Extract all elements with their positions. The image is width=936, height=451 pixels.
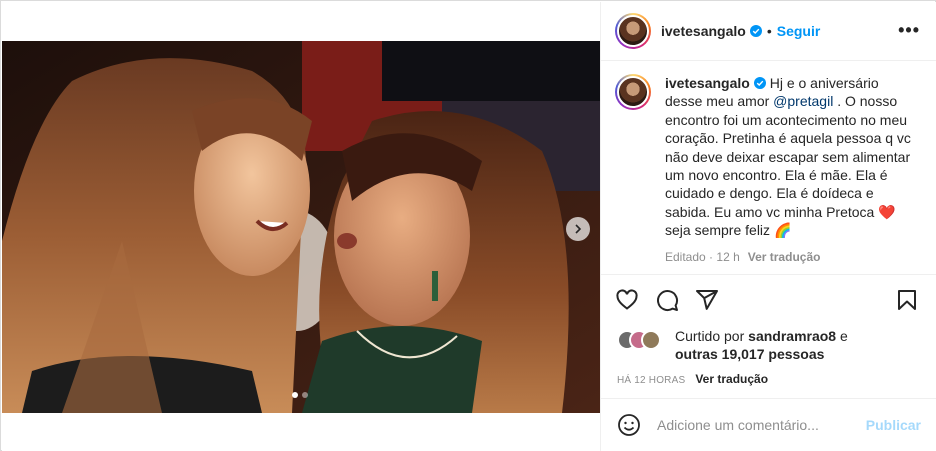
caption: ivetesangalo Hj e o aniversário desse me…: [615, 74, 923, 240]
liker-avatars[interactable]: [617, 330, 663, 352]
action-bar: [601, 274, 936, 324]
see-translation-link[interactable]: Ver tradução: [748, 250, 821, 264]
instagram-post-modal: ivetesangalo • Seguir ••• ivetesangalo H…: [0, 0, 936, 451]
carousel-next-button[interactable]: [566, 217, 590, 241]
caption-text: ivetesangalo Hj e o aniversário desse me…: [665, 74, 915, 240]
caption-body-middle: . O nosso encontro foi um acontecimento …: [665, 93, 911, 220]
liked-by-text: Curtido por sandramrao8 e outras 19,017 …: [675, 327, 848, 363]
add-comment-bar: Publicar: [601, 398, 936, 451]
likes-summary: Curtido por sandramrao8 e outras 19,017 …: [601, 324, 936, 366]
save-bookmark-icon[interactable]: [895, 288, 919, 312]
verified-badge-icon: [749, 25, 762, 37]
heart-emoji: ❤️: [878, 203, 896, 220]
follow-button[interactable]: Seguir: [777, 23, 821, 39]
author-username[interactable]: ivetesangalo: [661, 23, 746, 39]
caption-body-end: seja sempre feliz: [665, 222, 774, 239]
post-timestamp[interactable]: HÁ 12 HORAS: [617, 375, 685, 386]
caption-username[interactable]: ivetesangalo: [665, 75, 750, 91]
emoji-icon[interactable]: [617, 413, 641, 437]
liker-username[interactable]: sandramrao8: [748, 328, 836, 344]
carousel-dot-active: [292, 392, 298, 398]
comment-icon[interactable]: [655, 288, 679, 312]
carousel-dot: [302, 392, 308, 398]
post-header: ivetesangalo • Seguir •••: [601, 2, 936, 61]
comments-section: ivetesangalo Hj e o aniversário desse me…: [601, 62, 936, 274]
see-translation-button[interactable]: Ver tradução: [695, 372, 768, 386]
rainbow-emoji: 🌈: [773, 222, 792, 239]
share-send-icon[interactable]: [695, 288, 719, 312]
mention-link[interactable]: @pretagil: [773, 93, 833, 109]
liked-by-prefix: Curtido por: [675, 328, 749, 344]
edited-label: Editado · 12 h: [665, 249, 740, 264]
post-side-panel: ivetesangalo • Seguir ••• ivetesangalo H…: [600, 2, 936, 451]
others-count-link[interactable]: outras 19,017 pessoas: [675, 346, 824, 362]
caption-avatar[interactable]: [615, 74, 651, 110]
post-photo: [2, 41, 600, 413]
more-options-icon[interactable]: •••: [898, 21, 920, 39]
chevron-right-icon: [575, 224, 582, 234]
header-separator: •: [766, 23, 772, 39]
liker-avatar: [641, 330, 661, 350]
post-media-area: [2, 2, 600, 451]
comment-input[interactable]: [657, 417, 847, 433]
carousel-indicator: [292, 392, 308, 398]
caption-meta: Editado · 12 h Ver tradução: [665, 250, 923, 264]
author-avatar[interactable]: [615, 13, 651, 49]
like-heart-icon[interactable]: [615, 288, 639, 312]
post-timestamp-row: HÁ 12 HORAS Ver tradução: [617, 372, 768, 386]
liked-by-connector: e: [836, 328, 848, 344]
publish-button[interactable]: Publicar: [866, 417, 921, 433]
verified-badge-icon: [753, 77, 766, 89]
